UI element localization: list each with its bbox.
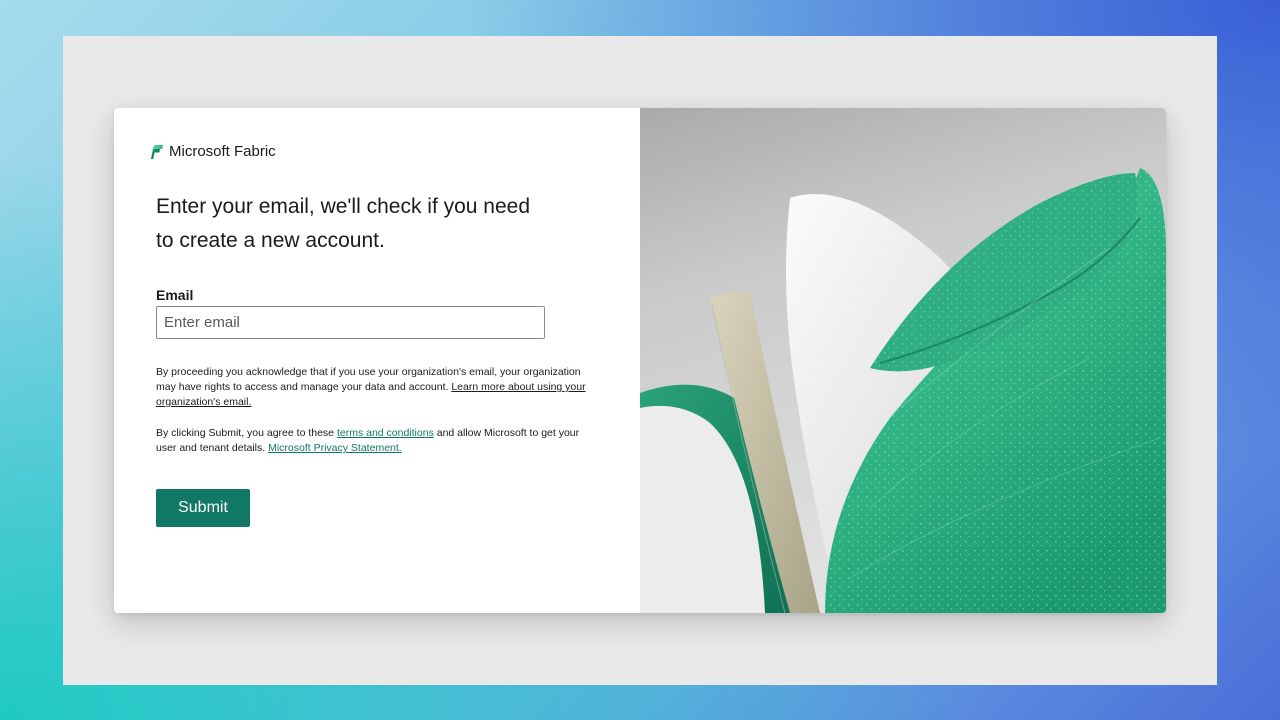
brand-header: Microsoft Fabric: [148, 143, 276, 160]
organization-email-notice: By proceeding you acknowledge that if yo…: [156, 365, 586, 410]
consent-notice: By clicking Submit, you agree to these t…: [156, 426, 586, 456]
signup-form-pane: Microsoft Fabric Enter your email, we'll…: [114, 108, 640, 613]
email-field[interactable]: [156, 306, 545, 339]
page-heading: Enter your email, we'll check if you nee…: [156, 190, 576, 258]
heading-line-1: Enter your email, we'll check if you nee…: [156, 195, 531, 218]
terms-and-conditions-link[interactable]: terms and conditions: [337, 427, 434, 439]
fabric-leaf-illustration-icon: [640, 108, 1166, 613]
email-label: Email: [156, 287, 194, 303]
heading-line-2: to create a new account.: [156, 229, 385, 252]
signup-card: Microsoft Fabric Enter your email, we'll…: [114, 108, 1166, 613]
hero-image-pane: [640, 108, 1166, 613]
privacy-statement-link[interactable]: Microsoft Privacy Statement.: [268, 442, 402, 454]
brand-name: Microsoft Fabric: [169, 143, 276, 160]
microsoft-fabric-logo-icon: [151, 144, 163, 159]
submit-button[interactable]: Submit: [156, 489, 250, 527]
consent-text-before: By clicking Submit, you agree to these: [156, 427, 337, 439]
